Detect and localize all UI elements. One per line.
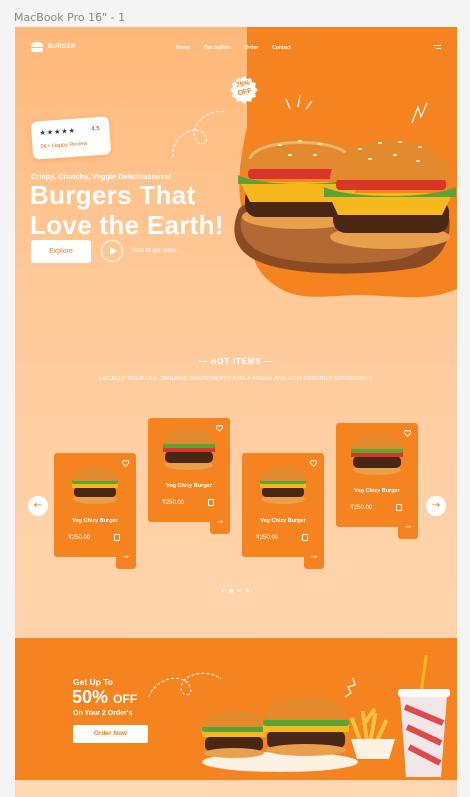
brand-logo[interactable]: BURGER xyxy=(31,42,76,52)
heart-icon[interactable] xyxy=(122,460,129,467)
shopping-bag-icon[interactable] xyxy=(396,504,402,511)
landing-page: BURGER Home Our outlets Order Contact ★★… xyxy=(15,27,457,797)
carousel-dot[interactable] xyxy=(237,589,241,592)
carousel-dot[interactable] xyxy=(221,589,224,592)
heart-icon[interactable] xyxy=(216,425,223,432)
rating-card: ★★★★★ 4.5 5K+ Happy Review xyxy=(30,116,112,160)
offer-percent-value: 50% xyxy=(72,687,109,707)
hot-items-subtitle: LOCALLY SOURCED, ORGANIC INGREDIENTS FOR… xyxy=(99,376,373,382)
how-to-order-link[interactable]: How to get order... xyxy=(132,248,181,254)
carousel-dot-active[interactable] xyxy=(229,589,233,593)
product-card[interactable]: Veg Chizy Burger ₹250.00 xyxy=(148,418,230,534)
product-price: ₹250.00 xyxy=(256,535,279,541)
hero-title-line-2: Love the Earth! xyxy=(30,210,224,240)
product-card[interactable]: Veg Chizy Burger ₹250.00 xyxy=(242,453,324,569)
burger-logo-icon xyxy=(31,42,43,52)
review-count: 5K+ Happy Review xyxy=(40,140,88,151)
product-card[interactable]: Veg Chizy Burger ₹250.00 xyxy=(336,423,418,539)
nav-contact[interactable]: Contact xyxy=(272,45,291,51)
hero-burgers-image xyxy=(234,94,456,274)
product-name: Veg Chizy Burger xyxy=(72,518,118,524)
play-video-icon[interactable] xyxy=(101,240,123,262)
heart-icon[interactable] xyxy=(310,460,317,467)
explore-button[interactable]: Explore xyxy=(31,240,91,263)
carousel-dots xyxy=(221,589,249,593)
hero-title: Burgers That Love the Earth! xyxy=(30,180,224,240)
carousel-next-button[interactable]: → xyxy=(426,496,446,516)
arrow-right-icon[interactable] xyxy=(398,519,418,539)
carousel-dot[interactable] xyxy=(245,589,249,592)
main-nav: Home Our outlets Order Contact xyxy=(176,45,291,51)
product-price: ₹250.00 xyxy=(68,535,91,541)
product-name: Veg Chizy Burger xyxy=(166,483,212,489)
order-now-button[interactable]: Order Now xyxy=(73,725,148,743)
brand-name: BURGER xyxy=(48,44,76,50)
hamburger-menu-icon[interactable] xyxy=(433,45,441,51)
arrow-right-icon[interactable] xyxy=(116,549,136,569)
offer-food-image xyxy=(202,655,450,777)
shopping-bag-icon[interactable] xyxy=(302,534,308,541)
arrow-right-icon[interactable] xyxy=(304,549,324,569)
arrow-right-icon[interactable] xyxy=(210,514,230,534)
carousel-prev-button[interactable]: ← xyxy=(28,496,48,516)
shopping-bag-icon[interactable] xyxy=(114,534,120,541)
offer-strip xyxy=(15,780,457,797)
burger-image xyxy=(351,433,403,475)
nav-home[interactable]: Home xyxy=(176,45,190,51)
rating-value: 4.5 xyxy=(91,125,100,133)
product-name: Veg Chizy Burger xyxy=(260,518,306,524)
product-price: ₹250.00 xyxy=(350,505,373,511)
shopping-bag-icon[interactable] xyxy=(208,499,214,506)
offer-condition: On Your 2 Order's xyxy=(73,710,133,717)
product-price: ₹250.00 xyxy=(162,500,185,506)
product-card[interactable]: Veg Chizy Burger ₹250.00 xyxy=(54,453,136,569)
burger-image xyxy=(260,466,306,504)
heart-icon[interactable] xyxy=(404,430,411,437)
frame-label: MacBook Pro 16" - 1 xyxy=(14,11,126,24)
nav-order[interactable]: Order xyxy=(245,45,259,51)
rating-stars: ★★★★★ xyxy=(39,126,77,138)
hero-title-line-1: Burgers That xyxy=(30,180,196,210)
hot-items-title: — HOT ITEMS — xyxy=(198,357,274,366)
offer-off-label: OFF xyxy=(113,692,138,706)
nav-our-outlets[interactable]: Our outlets xyxy=(204,45,231,51)
product-name: Veg Chizy Burger xyxy=(354,488,400,494)
offer-get-up-to: Get Up To xyxy=(73,677,113,687)
offer-percent: 50% OFF xyxy=(72,687,137,708)
burger-image xyxy=(72,466,118,504)
burger-image xyxy=(163,428,215,470)
